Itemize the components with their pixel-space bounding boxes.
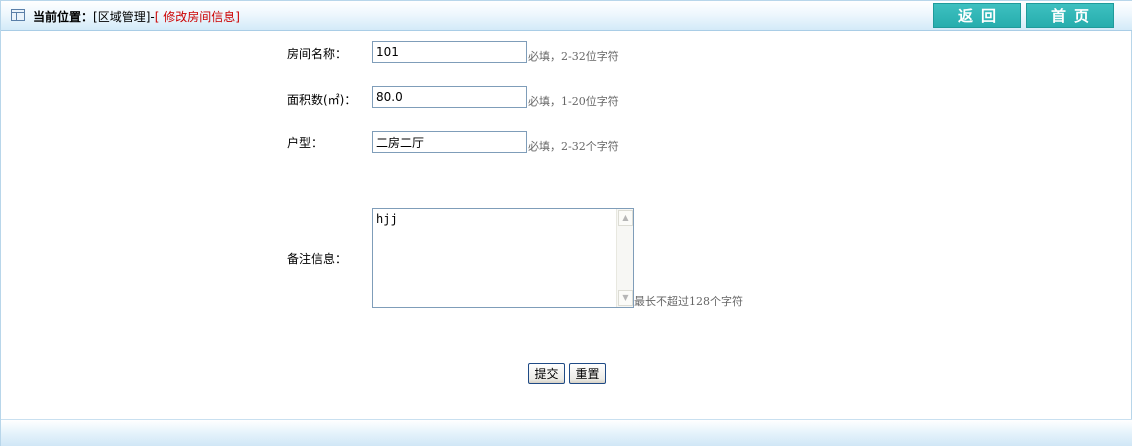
submit-button[interactable]: 提交 <box>528 363 565 384</box>
page-frame: 当前位置：[区域管理]-[ 修改房间信息] 返回 首页 房间名称： 必填，2-3… <box>0 0 1132 446</box>
remarks-scrollbar[interactable]: ▲ ▼ <box>616 209 633 307</box>
position-label: 当前位置： <box>33 10 94 24</box>
arrow-down-icon[interactable]: ▼ <box>618 290 633 306</box>
reset-button[interactable]: 重置 <box>569 363 606 384</box>
breadcrumb: 当前位置：[区域管理]-[ 修改房间信息] <box>33 8 240 25</box>
room-name-hint: 必填，2-32位字符 <box>528 50 619 63</box>
room-name-label: 房间名称： <box>287 47 348 61</box>
remarks-label: 备注信息： <box>287 252 348 266</box>
area-input[interactable] <box>372 86 527 108</box>
back-button[interactable]: 返回 <box>933 3 1021 28</box>
footer-bar <box>1 419 1132 446</box>
breadcrumb-section: [区域管理] <box>93 10 151 24</box>
area-label: 面积数(㎡)： <box>287 93 357 107</box>
layout-hint: 必填，2-32个字符 <box>528 140 619 153</box>
remarks-hint: 最长不超过128个字符 <box>634 295 743 308</box>
layout-label: 户型： <box>287 136 324 150</box>
arrow-up-icon[interactable]: ▲ <box>618 210 633 226</box>
remarks-textarea[interactable]: hjj <box>372 208 634 308</box>
breadcrumb-current: [ 修改房间信息] <box>154 10 240 24</box>
room-name-input[interactable] <box>372 41 527 63</box>
table-icon <box>11 9 25 21</box>
layout-input[interactable] <box>372 131 527 153</box>
area-hint: 必填，1-20位字符 <box>528 95 619 108</box>
header-bar: 当前位置：[区域管理]-[ 修改房间信息] 返回 首页 <box>1 1 1132 31</box>
home-button[interactable]: 首页 <box>1026 3 1114 28</box>
